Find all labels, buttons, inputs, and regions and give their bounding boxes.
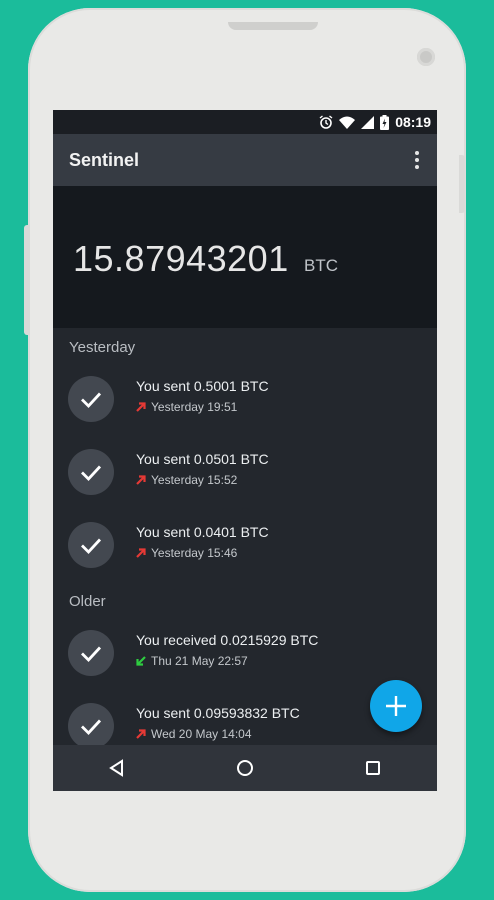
alarm-icon <box>319 115 333 129</box>
transaction-time-line: Yesterday 15:52 <box>136 473 237 487</box>
sent-arrow-icon <box>136 475 146 485</box>
transaction-title: You sent 0.09593832 BTC <box>136 705 300 721</box>
transaction-status-avatar <box>68 449 114 495</box>
transaction-time: Yesterday 15:46 <box>151 546 238 560</box>
signal-icon <box>361 115 375 129</box>
transaction-status-avatar <box>68 376 114 422</box>
transaction-time-line: Thu 21 May 22:57 <box>136 654 248 668</box>
transaction-time: Yesterday 15:52 <box>151 473 238 487</box>
check-icon <box>81 538 102 555</box>
transaction-status-avatar <box>68 522 114 568</box>
nav-home-button[interactable] <box>225 748 265 788</box>
transaction-title: You sent 0.0401 BTC <box>136 524 269 540</box>
transaction-row[interactable]: You sent 0.0401 BTC Yesterday 15:46 <box>53 510 437 582</box>
balance-panel: 15.87943201 BTC <box>53 186 437 328</box>
transaction-row[interactable]: You sent 0.0501 BTC Yesterday 15:52 <box>53 437 437 509</box>
wifi-icon <box>339 116 356 129</box>
phone-power-button <box>459 155 465 213</box>
phone-camera <box>417 48 435 66</box>
app-bar: Sentinel <box>53 134 437 186</box>
nav-recents-button[interactable] <box>353 748 393 788</box>
status-bar: 08:19 <box>53 110 437 134</box>
sent-arrow-icon <box>136 548 146 558</box>
transaction-time-line: Yesterday 19:51 <box>136 400 237 414</box>
add-fab-button[interactable] <box>370 680 422 732</box>
transaction-row[interactable]: You received 0.0215929 BTC Thu 21 May 22… <box>53 618 437 690</box>
plus-icon <box>386 696 406 716</box>
balance-amount: 15.87943201 <box>73 238 289 279</box>
transaction-title: You received 0.0215929 BTC <box>136 632 319 648</box>
transaction-time: Thu 21 May 22:57 <box>151 654 248 668</box>
sent-arrow-icon <box>136 402 146 412</box>
transaction-time: Yesterday 19:51 <box>151 400 238 414</box>
transaction-title: You sent 0.0501 BTC <box>136 451 269 467</box>
check-icon <box>81 719 102 736</box>
transaction-row[interactable]: You sent 0.5001 BTC Yesterday 19:51 <box>53 364 437 436</box>
battery-charging-icon <box>380 114 390 130</box>
nav-back-button[interactable] <box>97 748 137 788</box>
check-icon <box>81 646 102 663</box>
transaction-status-avatar <box>68 703 114 749</box>
phone-speaker <box>228 22 318 30</box>
transaction-time-line: Yesterday 15:46 <box>136 546 237 560</box>
transaction-time: Wed 20 May 14:04 <box>151 727 252 741</box>
phone-volume-button <box>24 225 30 335</box>
status-time: 08:19 <box>395 114 431 130</box>
app-title: Sentinel <box>69 150 140 170</box>
check-icon <box>81 392 102 409</box>
transaction-status-avatar <box>68 630 114 676</box>
received-arrow-icon <box>136 656 146 666</box>
app-screen: 08:19 Sentinel 15.87943201 BTC Yesterday… <box>53 110 437 791</box>
section-header-yesterday: Yesterday <box>69 339 136 356</box>
transaction-time-line: Wed 20 May 14:04 <box>136 727 252 741</box>
home-icon <box>237 760 253 776</box>
check-icon <box>81 465 102 482</box>
sent-arrow-icon <box>136 729 146 739</box>
section-header-older: Older <box>69 593 106 610</box>
overflow-menu-icon[interactable] <box>407 150 427 170</box>
system-nav-bar <box>53 745 437 791</box>
recents-icon <box>366 761 380 775</box>
balance-unit: BTC <box>304 256 338 275</box>
back-icon <box>109 759 123 777</box>
transaction-title: You sent 0.5001 BTC <box>136 378 269 394</box>
